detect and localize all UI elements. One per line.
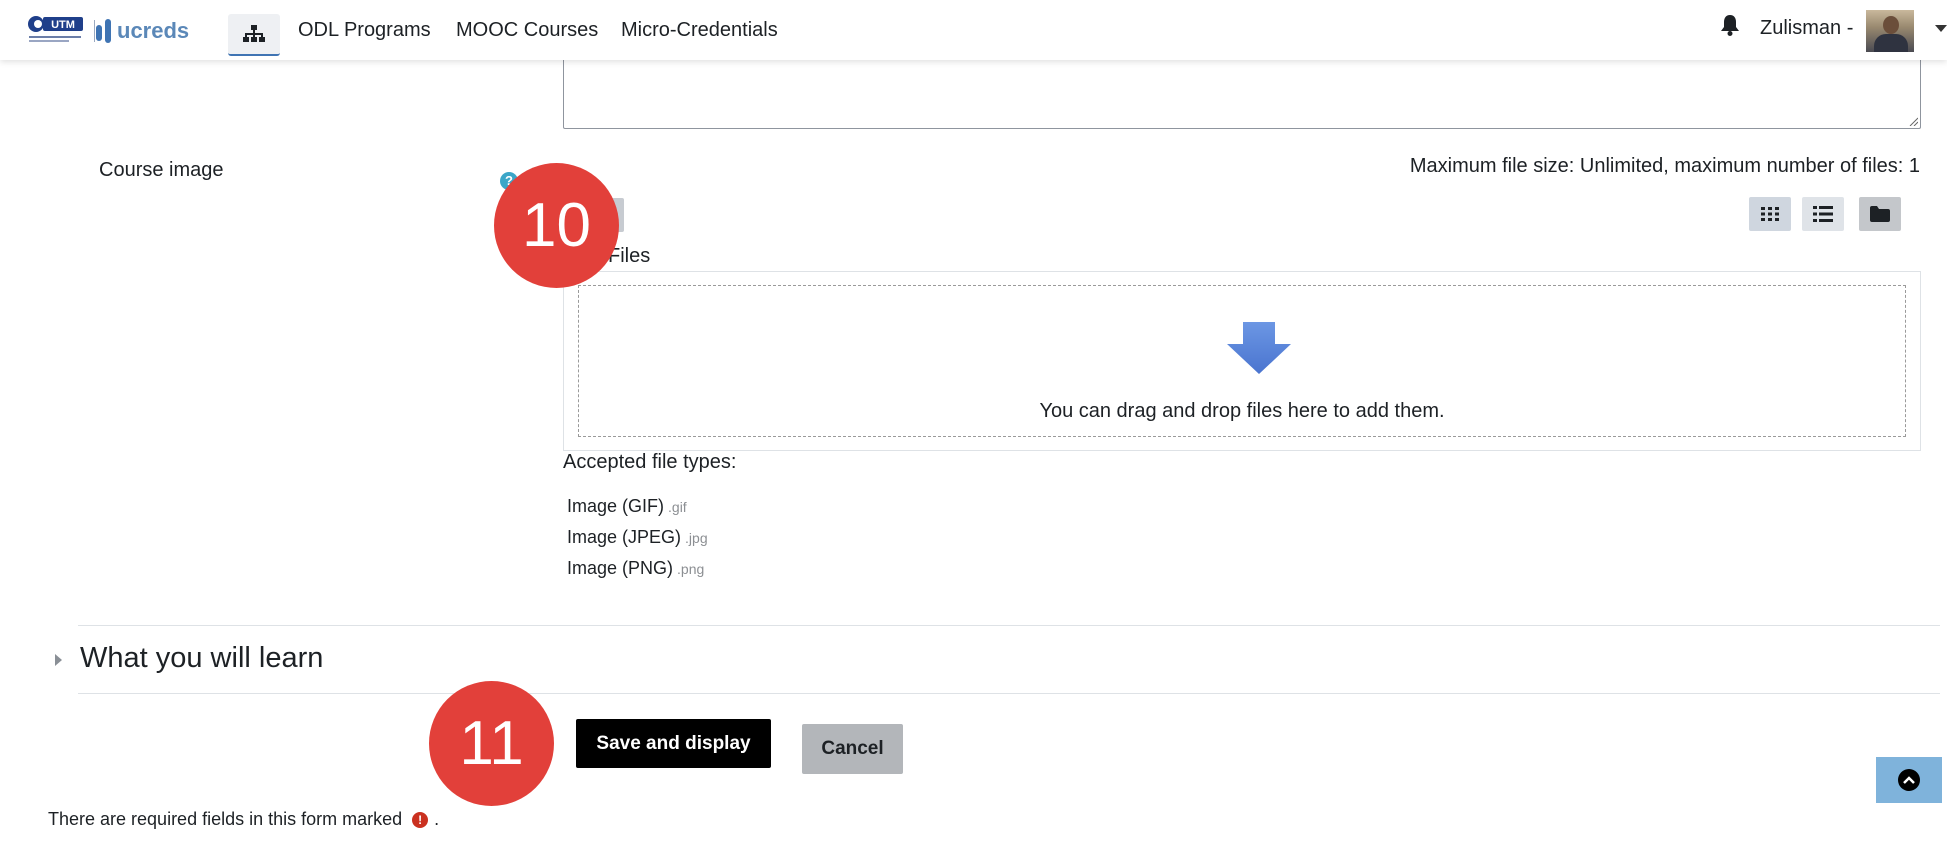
section-expand-caret-icon[interactable] bbox=[55, 654, 62, 666]
section-divider bbox=[78, 693, 1940, 694]
user-menu-name[interactable]: Zulisman - bbox=[1760, 17, 1853, 40]
required-fields-note: There are required fields in this form m… bbox=[48, 809, 439, 830]
description-textarea[interactable] bbox=[563, 56, 1921, 129]
top-navbar: UTM ucreds ODL Programs MOOC Courses Mic… bbox=[0, 0, 1947, 60]
required-icon: ! bbox=[412, 811, 429, 828]
accepted-file-types-title: Accepted file types: bbox=[563, 451, 737, 473]
file-dropzone[interactable]: You can drag and drop files here to add … bbox=[563, 271, 1921, 451]
notification-bell-icon[interactable] bbox=[1720, 14, 1740, 36]
user-avatar[interactable] bbox=[1866, 10, 1914, 52]
step-annotation-10: 10 bbox=[494, 163, 619, 288]
grid-view-button[interactable] bbox=[1749, 197, 1791, 231]
list-view-button[interactable] bbox=[1802, 197, 1844, 231]
folder-view-icon bbox=[1870, 206, 1890, 222]
folder-view-button[interactable] bbox=[1859, 197, 1901, 231]
dropzone-dashed-area[interactable]: You can drag and drop files here to add … bbox=[578, 285, 1906, 437]
back-to-top-button[interactable] bbox=[1876, 757, 1942, 803]
list-view-icon bbox=[1813, 206, 1833, 222]
brand-name: ucreds bbox=[117, 18, 190, 43]
section-divider bbox=[78, 625, 1940, 626]
nav-link-mooc-courses[interactable]: MOOC Courses bbox=[456, 19, 598, 42]
ucreds-logo[interactable]: ucreds bbox=[96, 16, 189, 46]
required-note-suffix: . bbox=[434, 809, 440, 829]
chevron-up-icon bbox=[1898, 769, 1920, 791]
nav-link-odl-programs[interactable]: ODL Programs bbox=[298, 19, 431, 42]
drop-arrow-icon bbox=[1227, 322, 1291, 374]
filetype-name: Image (PNG) bbox=[567, 558, 674, 578]
filetype-item: Image (PNG) .png bbox=[567, 558, 704, 579]
filetype-item: Image (GIF) .gif bbox=[567, 496, 687, 517]
grid-view-icon bbox=[1761, 207, 1779, 221]
sitemap-icon bbox=[243, 25, 265, 42]
filetype-name: Image (JPEG) bbox=[567, 527, 682, 547]
filetype-ext: .gif bbox=[668, 499, 687, 515]
cancel-button[interactable]: Cancel bbox=[802, 724, 903, 774]
filetype-item: Image (JPEG) .jpg bbox=[567, 527, 708, 548]
filetype-ext: .png bbox=[677, 561, 705, 577]
max-file-info: Maximum file size: Unlimited, maximum nu… bbox=[1409, 155, 1920, 177]
nav-link-micro-credentials[interactable]: Micro-Credentials bbox=[621, 19, 778, 42]
section-title-what-you-will-learn[interactable]: What you will learn bbox=[80, 642, 323, 675]
course-image-label: Course image bbox=[99, 159, 224, 181]
save-and-display-button[interactable]: Save and display bbox=[576, 719, 771, 768]
required-note-text: There are required fields in this form m… bbox=[48, 809, 403, 829]
ucreds-logo-mark-icon bbox=[96, 19, 111, 43]
resize-grip-icon[interactable] bbox=[1908, 116, 1918, 126]
utm-logo[interactable]: UTM bbox=[27, 15, 84, 45]
dropzone-text: You can drag and drop files here to add … bbox=[1039, 400, 1445, 422]
user-menu-caret-icon[interactable] bbox=[1935, 25, 1947, 32]
logo-divider bbox=[94, 20, 95, 42]
utm-logo-text: UTM bbox=[51, 19, 75, 31]
filetype-name: Image (GIF) bbox=[567, 496, 665, 516]
filetype-ext: .jpg bbox=[685, 530, 708, 546]
step-annotation-11: 11 bbox=[429, 681, 554, 806]
site-menu-button[interactable] bbox=[228, 14, 280, 56]
